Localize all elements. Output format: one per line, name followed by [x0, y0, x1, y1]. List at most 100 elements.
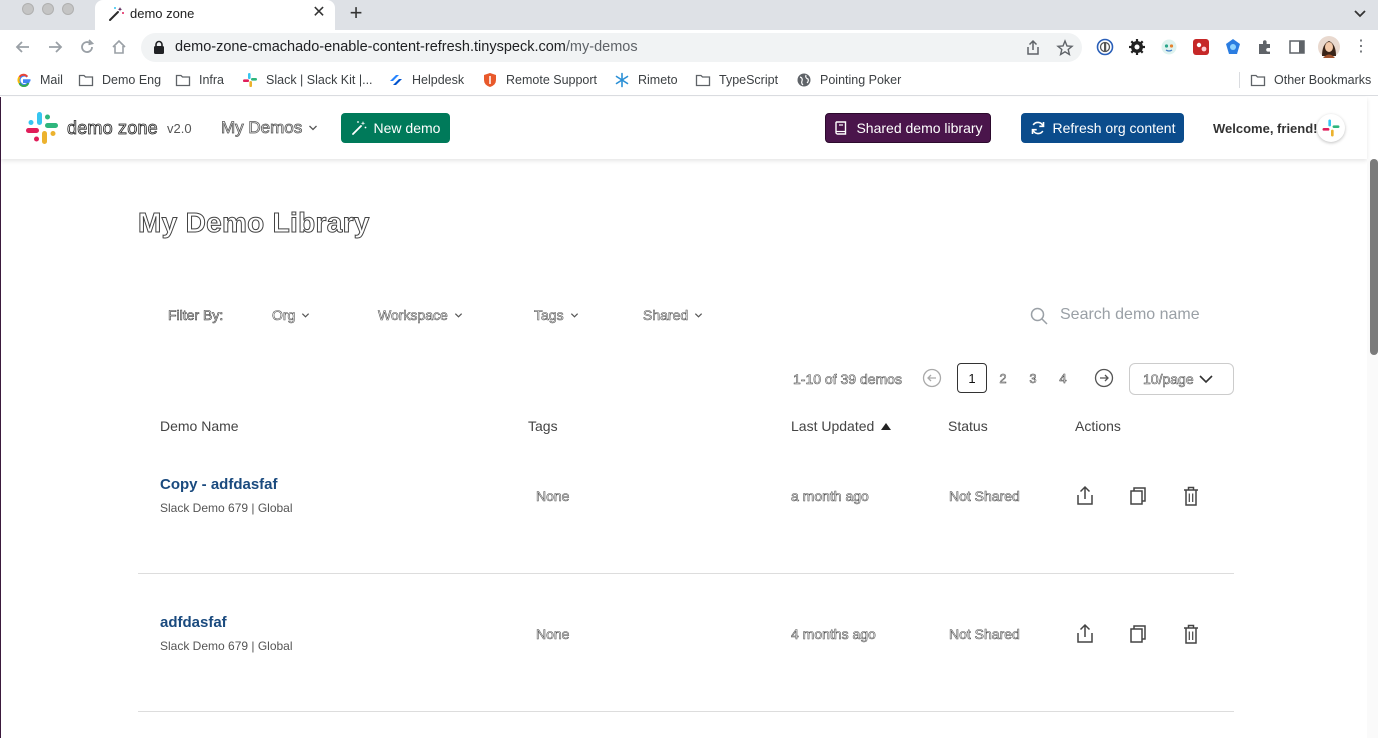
- chevron-down-icon: [302, 312, 310, 318]
- column-header-tags: Tags: [528, 418, 558, 434]
- table-row: Copy - adfdasfaf Slack Demo 679 | Global…: [138, 436, 1234, 574]
- demo-status: Not Shared: [949, 488, 1020, 505]
- url-text[interactable]: demo-zone-cmachado-enable-content-refres…: [175, 39, 638, 55]
- bookmark-demo-eng[interactable]: Demo Eng: [78, 71, 161, 89]
- demo-name-link[interactable]: Copy - adfdasfaf: [160, 476, 278, 493]
- url-domain: demo-zone-cmachado-enable-content-refres…: [175, 39, 566, 55]
- slack-icon: [243, 73, 257, 87]
- back-arrow-icon[interactable]: [13, 37, 33, 57]
- search-box[interactable]: [1024, 299, 1234, 331]
- lock-icon[interactable]: [152, 40, 166, 55]
- demo-name-link[interactable]: adfdasfaf: [160, 614, 227, 631]
- trash-icon[interactable]: [1181, 623, 1201, 645]
- share-icon[interactable]: [1024, 39, 1042, 57]
- refresh-icon: [1031, 121, 1044, 135]
- page-4-button[interactable]: 4: [1048, 363, 1078, 393]
- new-demo-button[interactable]: New demo: [341, 113, 450, 143]
- refresh-org-content-button[interactable]: Refresh org content: [1021, 113, 1184, 143]
- search-icon: [1030, 307, 1048, 325]
- brand-name[interactable]: demo zone: [67, 118, 158, 139]
- column-label: Last Updated: [791, 418, 875, 434]
- extension-red-icon[interactable]: [1192, 38, 1210, 56]
- window-close-dot[interactable]: [22, 3, 34, 15]
- address-bar[interactable]: demo-zone-cmachado-enable-content-refres…: [141, 33, 1082, 62]
- sort-ascending-icon[interactable]: [881, 422, 892, 430]
- my-demos-label: My Demos: [221, 118, 303, 138]
- folder-icon: [1250, 74, 1266, 87]
- user-avatar[interactable]: [1317, 114, 1345, 142]
- duplicate-icon[interactable]: [1128, 623, 1148, 645]
- bookmark-remote-support[interactable]: Remote Support: [482, 71, 597, 89]
- extension-1password-icon[interactable]: [1096, 38, 1114, 56]
- profile-avatar-icon[interactable]: [1318, 36, 1340, 58]
- side-panel-icon[interactable]: [1288, 38, 1306, 56]
- bookmark-rimeto[interactable]: Rimeto: [614, 71, 678, 89]
- chevron-down-icon: [454, 312, 462, 318]
- filter-shared-dropdown[interactable]: Shared: [643, 307, 703, 323]
- column-header-last-updated[interactable]: Last Updated: [791, 418, 892, 434]
- bookmark-label: Mail: [40, 73, 63, 87]
- browser-tab-strip: demo zone ✕ +: [0, 0, 1378, 30]
- new-tab-icon[interactable]: +: [345, 1, 367, 25]
- window-minimize-dot[interactable]: [42, 3, 54, 15]
- chevron-down-icon: [1199, 375, 1213, 384]
- column-header-demo-name: Demo Name: [160, 418, 239, 434]
- bookmark-mail[interactable]: Mail: [16, 71, 63, 89]
- column-label: Tags: [528, 418, 558, 434]
- book-icon: [835, 121, 847, 135]
- magic-wand-icon: [109, 7, 124, 21]
- bookmark-label: Other Bookmarks: [1274, 73, 1372, 87]
- filter-workspace-dropdown[interactable]: Workspace: [378, 307, 463, 323]
- bookmark-slack-kit[interactable]: Slack | Slack Kit |...: [242, 71, 373, 89]
- bookmark-label: Pointing Poker: [820, 73, 902, 87]
- column-header-actions: Actions: [1075, 418, 1121, 434]
- google-icon: [17, 73, 31, 87]
- bookmark-infra[interactable]: Infra: [175, 71, 224, 89]
- chevron-down-icon[interactable]: [1350, 3, 1370, 23]
- duplicate-icon[interactable]: [1128, 485, 1148, 507]
- chevron-down-icon: [570, 312, 578, 318]
- search-input[interactable]: [1060, 303, 1230, 327]
- browser-menu-icon[interactable]: ⋮: [1352, 38, 1370, 56]
- table-row: adfdasfaf Slack Demo 679 | Global None 4…: [138, 574, 1234, 712]
- bookmark-helpdesk[interactable]: Helpdesk: [388, 71, 464, 89]
- shared-demo-library-button[interactable]: Shared demo library: [825, 113, 991, 143]
- trash-icon[interactable]: [1181, 485, 1201, 507]
- extension-blue-icon[interactable]: [1224, 38, 1242, 56]
- previous-page-icon[interactable]: [922, 368, 942, 388]
- my-demos-menu[interactable]: My Demos: [221, 118, 318, 138]
- chevron-down-icon: [309, 125, 318, 131]
- window-zoom-dot[interactable]: [62, 3, 74, 15]
- extensions-puzzle-icon[interactable]: [1256, 38, 1274, 56]
- bookmark-other[interactable]: Other Bookmarks: [1250, 71, 1371, 89]
- share-icon[interactable]: [1075, 485, 1095, 507]
- reload-icon[interactable]: [77, 37, 97, 57]
- extension-colorful-icon[interactable]: [1160, 38, 1178, 56]
- column-label: Actions: [1075, 418, 1121, 434]
- app-viewport: demo zone v2.0 My Demos New demo Shared …: [0, 97, 1378, 738]
- chevron-down-icon: [695, 312, 703, 318]
- page-3-button[interactable]: 3: [1018, 363, 1048, 393]
- share-icon[interactable]: [1075, 623, 1095, 645]
- forward-arrow-icon[interactable]: [45, 37, 65, 57]
- home-icon[interactable]: [109, 37, 129, 57]
- page-size-value: 10/page: [1143, 371, 1194, 388]
- extension-gear-icon[interactable]: [1128, 38, 1146, 56]
- bookmark-pointing-poker[interactable]: Pointing Poker: [796, 71, 901, 89]
- tab-close-icon[interactable]: ✕: [309, 4, 329, 22]
- browser-tab-active[interactable]: demo zone ✕: [95, 0, 335, 30]
- filter-label: Org: [272, 307, 296, 324]
- page-size-select[interactable]: 10/page: [1129, 363, 1234, 395]
- slack-logo-icon[interactable]: [25, 111, 59, 145]
- bookmark-star-icon[interactable]: [1056, 39, 1074, 57]
- scrollbar-thumb[interactable]: [1370, 159, 1378, 355]
- page-2-button[interactable]: 2: [988, 363, 1018, 393]
- page-1-button[interactable]: 1: [957, 363, 987, 393]
- bookmark-label: TypeScript: [719, 73, 779, 87]
- bookmark-typescript[interactable]: TypeScript: [695, 71, 778, 89]
- next-page-icon[interactable]: [1094, 368, 1114, 388]
- welcome-text: Welcome, friend!: [1213, 121, 1318, 136]
- url-path: /my-demos: [565, 39, 638, 55]
- filter-tags-dropdown[interactable]: Tags: [534, 307, 579, 323]
- filter-org-dropdown[interactable]: Org: [272, 307, 310, 323]
